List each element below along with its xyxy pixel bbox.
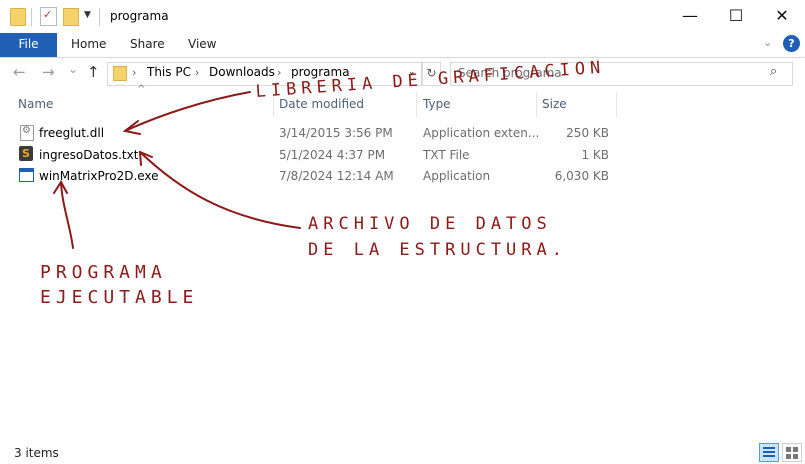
status-item-count: 3 items bbox=[14, 446, 59, 460]
large-icons-view-icon[interactable] bbox=[782, 443, 802, 462]
annotation-data-file-line2: DE LA ESTRUCTURA. bbox=[308, 240, 567, 260]
annotation-program-line1: PROGRAMA bbox=[40, 262, 167, 283]
annotation-program-line2: EJECUTABLE bbox=[40, 287, 199, 308]
annotation-data-file-line1: ARCHIVO DE DATOS bbox=[308, 214, 552, 234]
arrow-to-txt bbox=[139, 151, 301, 229]
arrow-to-dll bbox=[124, 91, 251, 132]
details-view-icon[interactable] bbox=[759, 443, 779, 462]
